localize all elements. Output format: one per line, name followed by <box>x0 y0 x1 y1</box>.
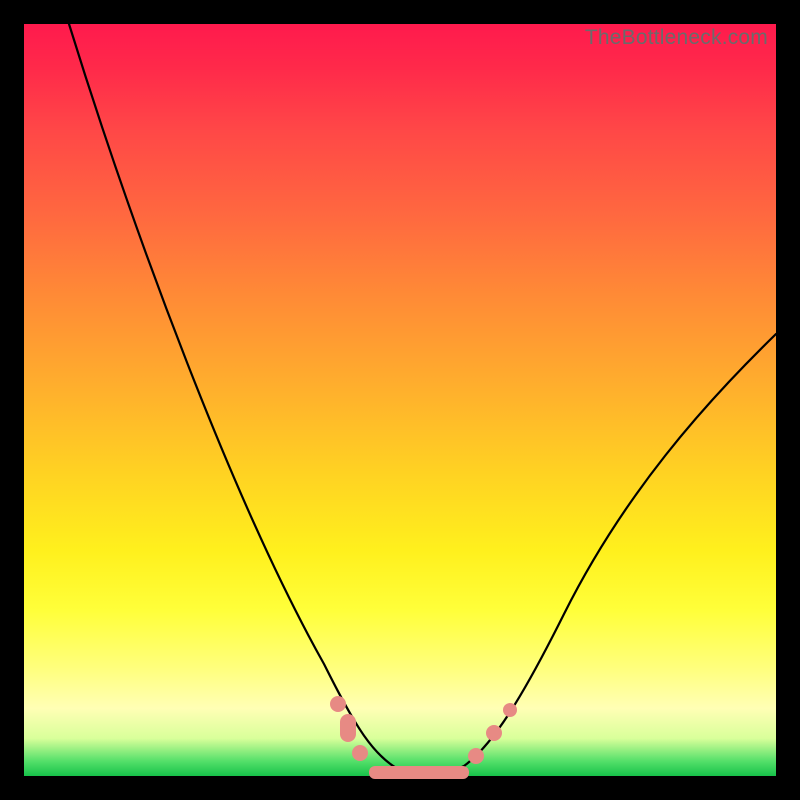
bottleneck-curve-svg <box>24 24 776 776</box>
trough-marker-bar <box>369 766 469 779</box>
curve-marker-dot <box>340 714 356 742</box>
bottleneck-curve <box>69 24 776 775</box>
chart-frame: TheBottleneck.com <box>0 0 800 800</box>
curve-marker-dot <box>468 748 484 764</box>
curve-marker-dot <box>352 745 368 761</box>
curve-marker-dot <box>503 703 517 717</box>
curve-marker-dot <box>330 696 346 712</box>
curve-marker-dot <box>486 725 502 741</box>
plot-area: TheBottleneck.com <box>24 24 776 776</box>
